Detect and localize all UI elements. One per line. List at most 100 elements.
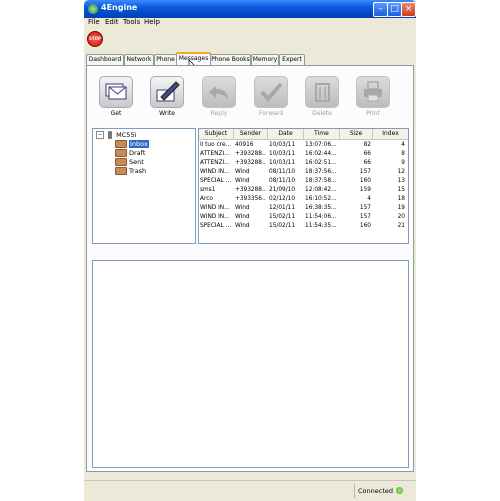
table-cell-size: 160: [359, 223, 371, 229]
collapse-icon[interactable]: −: [96, 131, 104, 139]
tab-memory[interactable]: Memory: [251, 54, 279, 65]
phone-icon: [108, 131, 113, 139]
menu-help[interactable]: Help: [144, 18, 160, 26]
table-cell-sender: +393288...: [235, 151, 266, 157]
get-label: Get: [110, 110, 122, 117]
table-row[interactable]: SPECIAL ... Wind 08/11/10 18:37:58... 160 13: [199, 177, 408, 186]
pen-envelope-icon: [150, 76, 184, 108]
forward-label: Forward: [258, 110, 284, 117]
table-cell-index: 21: [397, 223, 405, 229]
tab-phone-books[interactable]: Phone Books: [210, 54, 251, 65]
app-window: 4Engine – □ × File Edit Tools Help STOP …: [84, 0, 416, 501]
table-cell-index: 18: [397, 196, 405, 202]
table-cell-sender: Wind: [235, 223, 250, 229]
stop-button[interactable]: STOP: [87, 31, 103, 47]
table-cell-subject: ATTENZI...: [200, 151, 230, 157]
write-button[interactable]: Write: [150, 76, 184, 124]
table-row[interactable]: WIND IN... Wind 08/11/10 18:37:56... 157 12: [199, 168, 408, 177]
table-row[interactable]: ATTENZI... +393288... 10/03/11 16:02:51... 6…: [199, 159, 408, 168]
table-cell-subject: sms1: [200, 187, 216, 193]
menu-tools[interactable]: Tools: [123, 18, 140, 26]
table-cell-subject: WIND IN...: [200, 205, 230, 211]
close-button[interactable]: ×: [401, 2, 416, 17]
table-cell-size: 66: [363, 160, 371, 166]
table-cell-date: 08/11/10: [269, 178, 296, 184]
table-cell-subject: Arco: [200, 196, 213, 202]
message-preview[interactable]: [92, 260, 409, 468]
menu-file[interactable]: File: [88, 18, 100, 26]
delete-label: Delete: [312, 110, 332, 117]
column-header-subject[interactable]: Subject: [199, 129, 234, 140]
table-row[interactable]: Arco +393356... 02/12/10 16:10:52... 4 18: [199, 195, 408, 204]
maximize-button[interactable]: □: [387, 2, 402, 17]
table-cell-date: 10/03/11: [269, 151, 296, 157]
tab-network[interactable]: Network: [124, 54, 154, 65]
table-cell-time: 18:37:56...: [305, 169, 337, 175]
table-cell-index: 20: [397, 214, 405, 220]
tree-item-trash[interactable]: Trash: [115, 167, 146, 176]
table-row[interactable]: WIND IN... Wind 15/02/11 11:54:06... 157 20: [199, 213, 408, 222]
table-cell-date: 15/02/11: [269, 223, 296, 229]
tree-item-sent[interactable]: Sent: [115, 158, 144, 167]
folder-tree: − MC55i Inbox Draft Sent Trash: [92, 128, 196, 244]
table-cell-index: 8: [401, 151, 405, 157]
print-button[interactable]: Print: [356, 76, 390, 124]
table-cell-time: 16:38:35...: [305, 205, 337, 211]
table-cell-time: 16:02:51...: [305, 160, 337, 166]
window-title: 4Engine: [101, 3, 138, 12]
title-bar[interactable]: 4Engine – □ ×: [84, 0, 416, 18]
tree-root[interactable]: − MC55i: [96, 131, 136, 140]
table-row[interactable]: ATTENZI... +393288... 10/03/11 16:02:44... 6…: [199, 150, 408, 159]
menu-edit[interactable]: Edit: [105, 18, 119, 26]
table-cell-time: 13:07:06...: [305, 142, 337, 148]
column-header-index[interactable]: Index: [373, 129, 408, 140]
forward-button[interactable]: Forward: [254, 76, 288, 124]
reply-label: Reply: [210, 110, 228, 117]
table-cell-index: 15: [397, 187, 405, 193]
tab-bar: Dashboard Network Phone Messages Phone B…: [86, 52, 416, 67]
column-header-date[interactable]: Date: [268, 129, 304, 140]
table-cell-size: 159: [359, 187, 371, 193]
tree-item-label: Draft: [129, 149, 146, 157]
get-button[interactable]: Get: [99, 76, 133, 124]
table-cell-date: 02/12/10: [269, 196, 296, 202]
column-header-size[interactable]: Size: [340, 129, 373, 140]
column-header-sender[interactable]: Sender: [234, 129, 268, 140]
delete-button[interactable]: Delete: [305, 76, 339, 124]
tree-item-label: Sent: [129, 158, 144, 166]
table-row[interactable]: Il tuo cre... 40916 10/03/11 13:07:06... 82 4: [199, 141, 408, 150]
table-cell-subject: WIND IN...: [200, 169, 230, 175]
table-cell-index: 19: [397, 205, 405, 211]
table-cell-time: 16:10:52...: [305, 196, 337, 202]
table-cell-subject: WIND IN...: [200, 214, 230, 220]
table-cell-index: 13: [397, 178, 405, 184]
folder-icon: [115, 149, 127, 157]
tree-item-draft[interactable]: Draft: [115, 149, 145, 158]
table-cell-subject: Il tuo cre...: [200, 142, 232, 148]
tab-expert[interactable]: Expert: [279, 54, 305, 65]
table-cell-sender: Wind: [235, 178, 250, 184]
table-row[interactable]: WIND IN... Wind 12/01/11 16:38:35... 157 19: [199, 204, 408, 213]
table-cell-size: 66: [363, 151, 371, 157]
table-cell-sender: Wind: [235, 205, 250, 211]
tree-item-inbox[interactable]: Inbox: [115, 140, 149, 149]
table-cell-date: 08/11/10: [269, 169, 296, 175]
trash-icon: [305, 76, 339, 108]
table-cell-time: 11:54:35...: [305, 223, 337, 229]
minimize-button[interactable]: –: [373, 2, 388, 17]
table-cell-subject: ATTENZI...: [200, 160, 230, 166]
reply-button[interactable]: Reply: [202, 76, 236, 124]
table-cell-sender: +393356...: [235, 196, 266, 202]
tab-dashboard[interactable]: Dashboard: [86, 54, 124, 65]
message-table: Subject Sender Date Time Size Index Il t…: [198, 128, 409, 244]
column-header-time[interactable]: Time: [304, 129, 340, 140]
table-cell-index: 4: [401, 142, 405, 148]
envelopes-icon: [99, 76, 133, 108]
table-row[interactable]: sms1 +393288... 21/09/10 12:08:42... 159 15: [199, 186, 408, 195]
table-cell-size: 82: [363, 142, 371, 148]
table-cell-time: 11:54:06...: [305, 214, 337, 220]
forward-check-icon: [254, 76, 288, 108]
table-cell-time: 12:08:42...: [305, 187, 337, 193]
tab-phone[interactable]: Phone: [154, 54, 177, 65]
table-row[interactable]: SPECIAL ... Wind 15/02/11 11:54:35... 160 21: [199, 222, 408, 231]
